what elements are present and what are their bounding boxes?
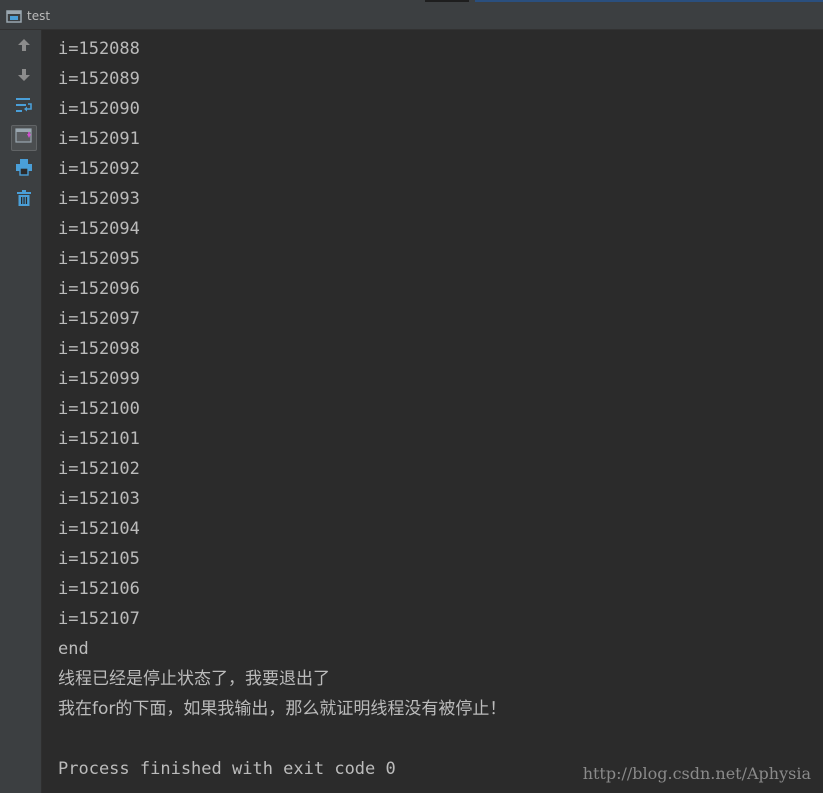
console-line: end — [58, 639, 89, 659]
tool-window-title: test — [27, 9, 51, 23]
print-icon — [15, 158, 33, 180]
console-line: i=152088 — [58, 39, 140, 59]
clear-all-button[interactable] — [11, 187, 37, 213]
print-button[interactable] — [11, 156, 37, 182]
soft-wrap-button[interactable] — [11, 94, 37, 120]
console-line: i=152101 — [58, 429, 140, 449]
scroll-to-end-icon — [15, 127, 33, 149]
console-line: i=152102 — [58, 459, 140, 479]
console-line: i=152090 — [58, 99, 140, 119]
arrow-up-icon — [16, 37, 32, 57]
console-line: i=152099 — [58, 369, 140, 389]
tool-window-header: test — [0, 3, 823, 30]
arrow-down-icon — [16, 67, 32, 87]
soft-wrap-icon — [15, 96, 33, 118]
console-line: i=152089 — [58, 69, 140, 89]
console-toolbar — [8, 30, 42, 793]
console-line: i=152103 — [58, 489, 140, 509]
console-line: i=152092 — [58, 159, 140, 179]
top-strip-segment — [425, 0, 469, 2]
console-line: i=152100 — [58, 399, 140, 419]
down-button[interactable] — [11, 64, 37, 90]
console-line: i=152107 — [58, 609, 140, 629]
top-strip-highlight — [475, 0, 823, 2]
up-button[interactable] — [11, 34, 37, 60]
console-line: i=152104 — [58, 519, 140, 539]
scroll-to-end-button[interactable] — [11, 125, 37, 151]
console-line: i=152095 — [58, 249, 140, 269]
console-line: i=152098 — [58, 339, 140, 359]
console-line: i=152105 — [58, 549, 140, 569]
console-line: i=152093 — [58, 189, 140, 209]
console-line: i=152096 — [58, 279, 140, 299]
console-line: i=152106 — [58, 579, 140, 599]
process-exit-line: Process finished with exit code 0 — [58, 759, 396, 779]
trash-icon — [15, 189, 33, 211]
console-window-icon — [6, 8, 22, 24]
console-line: 线程已经是停止状态了，我要退出了 — [58, 669, 330, 689]
console-line: i=152094 — [58, 219, 140, 239]
watermark: http://blog.csdn.net/Aphysia — [582, 764, 811, 783]
console-output[interactable]: i=152088 i=152089 i=152090 i=152091 i=15… — [42, 30, 823, 793]
console-line: i=152091 — [58, 129, 140, 149]
console-line: i=152097 — [58, 309, 140, 329]
console-line: 我在for的下面，如果我输出，那么就证明线程没有被停止！ — [58, 699, 507, 719]
